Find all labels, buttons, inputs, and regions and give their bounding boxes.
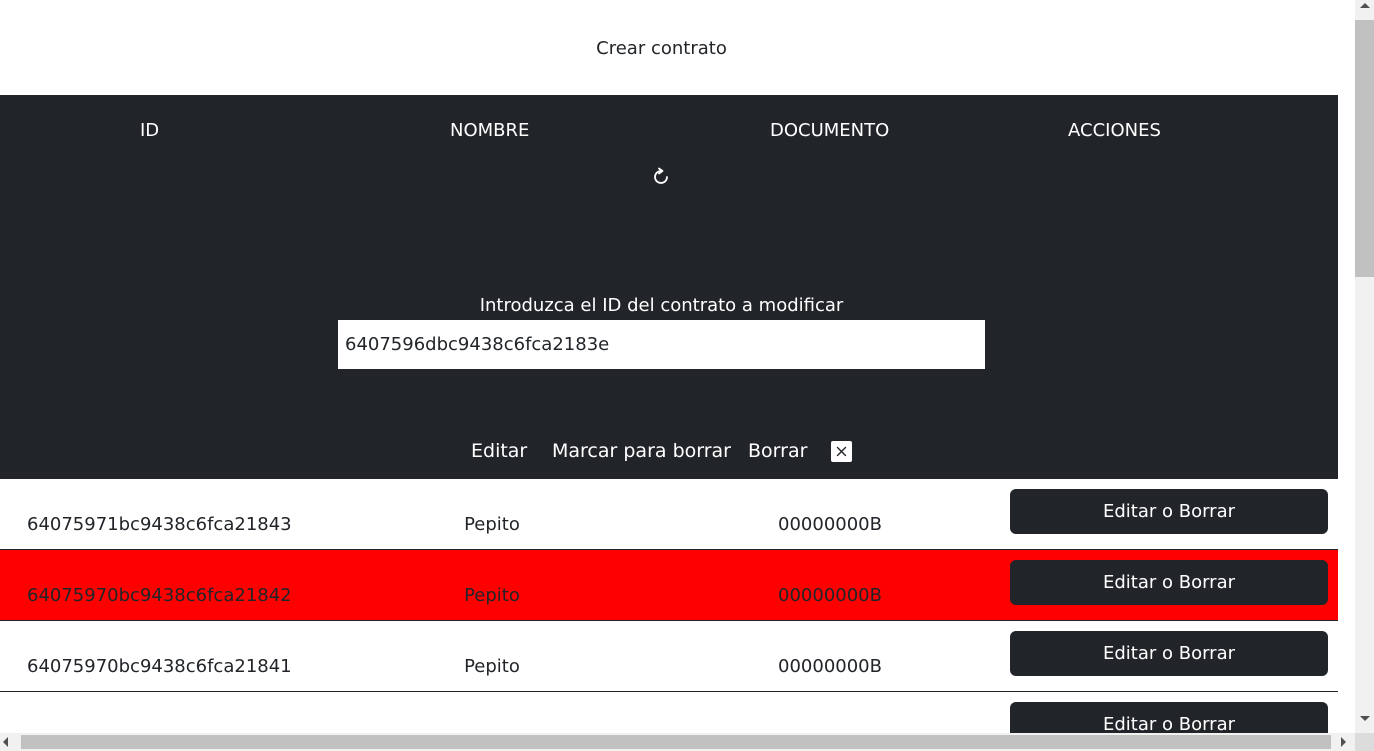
column-header-acciones: ACCIONES — [1068, 120, 1161, 141]
cell-nombre: Pepito — [464, 585, 520, 606]
edit-or-delete-button[interactable]: Editar o Borrar — [1010, 560, 1328, 605]
vertical-scrollbar-thumb[interactable] — [1355, 20, 1374, 277]
cell-documento: 00000000B — [778, 514, 882, 535]
column-header-documento: DOCUMENTO — [770, 120, 890, 141]
refresh-icon[interactable] — [650, 166, 672, 188]
cell-nombre: Pepito — [464, 514, 520, 535]
column-header-id: ID — [140, 120, 160, 141]
edit-button[interactable]: Editar — [471, 440, 527, 462]
mark-for-delete-button[interactable]: Marcar para borrar — [552, 440, 731, 462]
cell-nombre: Pepito — [464, 656, 520, 677]
cell-id: 64075970bc9438c6fca21841 — [27, 656, 292, 677]
scroll-up-arrow-icon[interactable] — [1360, 3, 1370, 8]
horizontal-scrollbar-thumb[interactable] — [21, 735, 1331, 749]
table-row: 64075970bc9438c6fca21841 Pepito 00000000… — [0, 621, 1338, 692]
table-row: 64075971bc9438c6fca21843 Pepito 00000000… — [0, 479, 1338, 550]
scroll-right-arrow-icon[interactable] — [1341, 737, 1346, 747]
edit-or-delete-button[interactable]: Editar o Borrar — [1010, 631, 1328, 676]
cell-documento: 00000000B — [778, 585, 882, 606]
table-row-marked: 64075970bc9438c6fca21842 Pepito 00000000… — [0, 550, 1338, 621]
cell-documento: 00000000B — [778, 656, 882, 677]
scrollbar-corner — [1355, 733, 1374, 751]
edit-or-delete-button[interactable]: Editar o Borrar — [1010, 489, 1328, 534]
close-icon — [836, 446, 847, 457]
scroll-left-arrow-icon[interactable] — [3, 737, 8, 747]
contract-id-input[interactable] — [338, 320, 985, 369]
create-contract-link[interactable]: Crear contrato — [0, 38, 1323, 59]
cell-id: 64075970bc9438c6fca21842 — [27, 585, 292, 606]
edit-id-prompt: Introduzca el ID del contrato a modifica… — [479, 295, 844, 316]
cell-id: 64075971bc9438c6fca21843 — [27, 514, 292, 535]
close-editor-button[interactable] — [831, 441, 852, 462]
scroll-down-arrow-icon[interactable] — [1360, 716, 1370, 721]
page: Crear contrato ID NOMBRE DOCUMENTO ACCIO… — [0, 0, 1338, 751]
delete-button[interactable]: Borrar — [748, 440, 807, 462]
column-header-nombre: NOMBRE — [450, 120, 530, 141]
contracts-table-header-panel: ID NOMBRE DOCUMENTO ACCIONES Introduzca … — [0, 95, 1338, 479]
